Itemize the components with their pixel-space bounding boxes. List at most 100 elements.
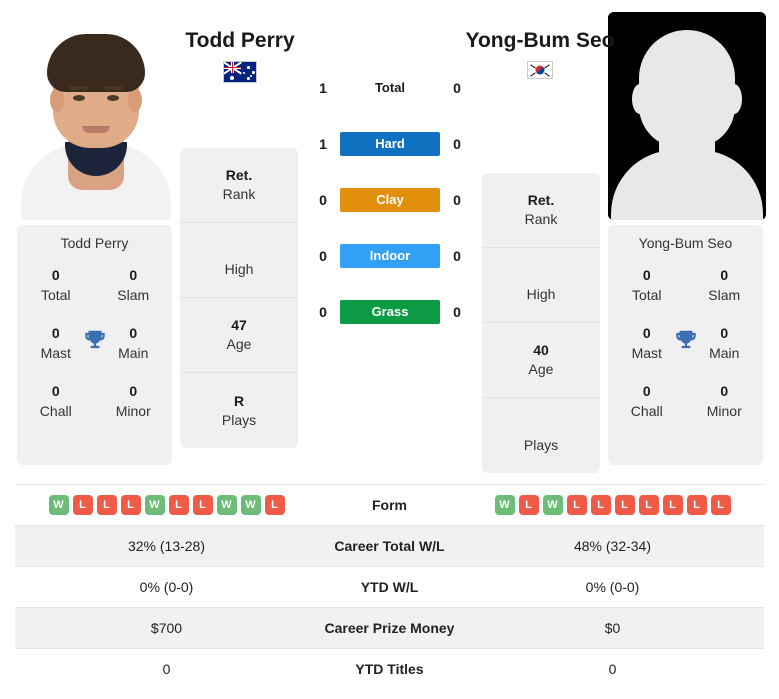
stat-value-left: 0: [162, 661, 171, 677]
titles-card-player-name: Todd Perry: [60, 235, 129, 251]
info-label: Age: [226, 336, 252, 352]
trophy-icon: [82, 328, 108, 359]
titles-value: 0: [720, 383, 729, 399]
surface-row-grass: 0 Grass 0: [310, 284, 470, 340]
titles-cell-slam: 0 Slam: [95, 265, 173, 305]
info-value: R: [233, 392, 245, 409]
surface-count-right: 0: [453, 136, 461, 152]
comparison-header: Todd Perry Yong-Bum Seo 1 Total 0 1 Hard…: [0, 0, 779, 480]
comparison-stats-table: WLLLWLLWWL Form WLWLLLLLLL 32% (13-28) C…: [15, 484, 764, 689]
titles-label: Total: [40, 287, 71, 303]
surface-label-hard[interactable]: Hard: [340, 132, 440, 156]
titles-cell-chall: 0 Chall: [17, 381, 95, 421]
player-name-left[interactable]: Todd Perry: [160, 28, 320, 53]
info-label: Age: [528, 361, 554, 377]
surface-count-right: 0: [453, 304, 461, 320]
table-row: 0 YTD Titles 0: [15, 648, 764, 689]
surface-row-total: 1 Total 0: [310, 60, 470, 116]
stat-label: Career Total W/L: [334, 538, 445, 554]
flag-south-korea-icon: [460, 61, 620, 79]
player-info-card-right: Ret. Rank High 40 Age Plays: [482, 173, 600, 473]
titles-label: Chall: [630, 403, 663, 419]
form-badge-loss: L: [686, 495, 707, 515]
titles-label: Total: [631, 287, 662, 303]
stat-value-left: 32% (13-28): [127, 538, 206, 554]
avatar-placeholder-icon: [608, 12, 766, 220]
form-badge-loss: L: [710, 495, 731, 515]
info-label: Plays: [523, 436, 559, 453]
titles-label: Slam: [117, 287, 150, 303]
surface-comparison: 1 Total 0 1 Hard 0 0 Clay 0 0 Indoor 0 0: [310, 60, 470, 340]
titles-card-right: Yong-Bum Seo 0 Total 0 Slam 0 Mast 0 Mai…: [608, 225, 763, 465]
stat-value-right: 48% (32-34): [573, 538, 652, 554]
form-badge-loss: L: [638, 495, 659, 515]
info-section-high: High: [180, 223, 298, 298]
surface-row-indoor: 0 Indoor 0: [310, 228, 470, 284]
player-name-right[interactable]: Yong-Bum Seo: [460, 28, 620, 53]
titles-cell-minor: 0 Minor: [686, 381, 764, 421]
player-info-card-left: Ret. Rank High 47 Age R Plays: [180, 148, 298, 448]
titles-cell-chall: 0 Chall: [608, 381, 686, 421]
form-badges-right: WLWLLLLLLL: [461, 495, 764, 515]
form-badge-win: W: [542, 495, 563, 515]
form-badge-loss: L: [662, 495, 683, 515]
form-badge-loss: L: [96, 495, 117, 515]
titles-value: 0: [51, 267, 60, 283]
surface-label-grass[interactable]: Grass: [340, 300, 440, 324]
stat-value-left: $700: [150, 620, 183, 636]
form-badges-left: WLLLWLLWWL: [15, 495, 318, 515]
form-badge-loss: L: [192, 495, 213, 515]
info-section-age: 47 Age: [180, 298, 298, 373]
titles-grid: 0 Total 0 Slam 0 Mast 0 Main 0 Chall 0 M…: [608, 265, 763, 421]
surface-count-right: 0: [453, 80, 461, 96]
info-value: 40: [533, 342, 549, 358]
surface-label-clay[interactable]: Clay: [340, 188, 440, 212]
info-section-age: 40 Age: [482, 323, 600, 398]
titles-card-player-name: Yong-Bum Seo: [638, 235, 733, 251]
surface-count-left: 1: [319, 80, 327, 96]
trophy-icon: [673, 328, 699, 359]
surface-count-left: 0: [319, 192, 327, 208]
stat-label: YTD Titles: [355, 661, 424, 677]
player-photo-right: [608, 12, 766, 220]
stat-value-right: 0% (0-0): [585, 579, 640, 595]
player-name-block-right: Yong-Bum Seo: [460, 28, 620, 79]
surface-row-clay: 0 Clay 0: [310, 172, 470, 228]
form-badge-win: W: [240, 495, 261, 515]
info-section-plays: Plays: [482, 398, 600, 473]
surface-count-right: 0: [453, 192, 461, 208]
titles-label: Minor: [706, 403, 742, 419]
titles-card-left: Todd Perry 0 Total 0 Slam 0 Mast 0 Main: [17, 225, 172, 465]
titles-cell-minor: 0 Minor: [95, 381, 173, 421]
info-label: Rank: [524, 211, 558, 227]
titles-value: 0: [129, 383, 138, 399]
form-badge-win: W: [144, 495, 165, 515]
form-badge-loss: L: [566, 495, 587, 515]
flag-australia-icon: [160, 61, 320, 83]
form-badge-loss: L: [168, 495, 189, 515]
titles-cell-slam: 0 Slam: [686, 265, 764, 305]
form-badge-loss: L: [590, 495, 611, 515]
form-badge-loss: L: [518, 495, 539, 515]
info-label: Rank: [222, 186, 256, 202]
stat-label: YTD W/L: [360, 579, 419, 595]
player-name-block-left: Todd Perry: [160, 28, 320, 83]
titles-value: 0: [642, 383, 651, 399]
titles-cell-total: 0 Total: [17, 265, 95, 305]
player-photo-left: [17, 12, 175, 220]
stat-value-right: 0: [608, 661, 617, 677]
surface-row-hard: 1 Hard 0: [310, 116, 470, 172]
info-label: High: [224, 261, 254, 277]
surface-count-left: 0: [319, 304, 327, 320]
info-section-rank: Ret. Rank: [180, 148, 298, 223]
row-label-form: Form: [372, 497, 407, 513]
headshot-illustration: [17, 12, 175, 220]
info-label: Plays: [221, 411, 257, 428]
stat-value-left: 0% (0-0): [139, 579, 194, 595]
surface-label-total: Total: [374, 80, 406, 95]
info-section-high: High: [482, 248, 600, 323]
titles-cell-total: 0 Total: [608, 265, 686, 305]
surface-label-indoor[interactable]: Indoor: [340, 244, 440, 268]
form-badge-loss: L: [614, 495, 635, 515]
info-section-rank: Ret. Rank: [482, 173, 600, 248]
